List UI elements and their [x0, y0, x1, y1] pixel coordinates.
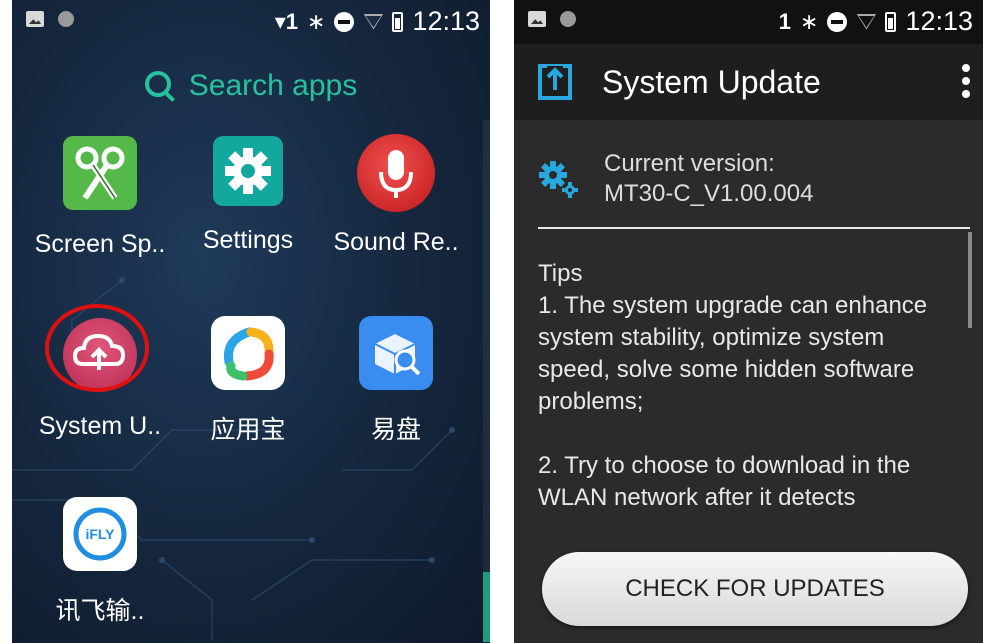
current-version-block: Current version: MT30-C_V1.00.004: [538, 150, 968, 210]
battery-icon: [392, 11, 404, 32]
app-settings[interactable]: Settings: [173, 136, 323, 255]
app-screen-splitter[interactable]: Screen Sp..: [25, 136, 175, 259]
wifi-icon: [363, 14, 383, 30]
microphone-icon: [357, 134, 435, 212]
app-label: System U..: [38, 412, 162, 440]
gallery-notification-icon: [26, 11, 44, 27]
wifi-icon: [856, 14, 876, 30]
app-ifly-input[interactable]: iFLY 讯飞输..: [25, 497, 175, 627]
app-sound-recorder[interactable]: Sound Re..: [321, 134, 471, 257]
notification-dot-icon: [560, 11, 576, 27]
divider: [538, 227, 970, 229]
scrollbar-thumb[interactable]: [483, 572, 490, 642]
scissors-icon: [63, 136, 137, 210]
overflow-menu-icon[interactable]: [961, 64, 971, 102]
search-apps-bar[interactable]: Search apps: [12, 62, 490, 110]
bluetooth-icon: ∗: [799, 8, 819, 34]
app-label: Sound Re..: [333, 228, 459, 256]
yipan-box-icon: [359, 316, 433, 390]
status-bar: ▾1 ∗ 12:13: [12, 0, 490, 44]
tip-item: 2. Try to choose to download in the WLAN…: [538, 452, 911, 511]
app-yingyongbao[interactable]: 应用宝: [173, 316, 323, 446]
app-label: 应用宝: [210, 416, 286, 444]
cloud-upload-icon: [45, 304, 149, 392]
gear-icon: [539, 161, 578, 198]
battery-icon: [885, 11, 897, 32]
scrollbar-thumb[interactable]: [968, 232, 972, 328]
app-yipan[interactable]: 易盘: [321, 316, 471, 446]
page-title: System Update: [602, 64, 821, 100]
search-icon: [144, 71, 175, 101]
current-version-label: Current version:: [604, 150, 775, 177]
status-time: 12:13: [905, 6, 973, 36]
search-apps-label: Search apps: [188, 69, 358, 102]
app-label: 易盘: [370, 416, 421, 444]
do-not-disturb-icon: [827, 11, 848, 32]
bluetooth-icon: ∗: [306, 8, 326, 34]
app-label: 讯飞输..: [55, 597, 145, 625]
current-version-value: MT30-C_V1.00.004: [604, 180, 814, 207]
status-bar: 1 ∗ 12:13: [514, 0, 983, 44]
network-indicator: ▾1: [274, 8, 298, 34]
tips-text: Tips 1. The system upgrade can enhance s…: [538, 258, 958, 514]
app-bar: System Update: [514, 44, 983, 120]
check-for-updates-button[interactable]: CHECK FOR UPDATES: [542, 552, 968, 626]
ifly-logo-text: iFLY: [85, 526, 115, 542]
app-system-update[interactable]: System U..: [25, 304, 175, 441]
app-drawer-screen: ▾1 ∗ 12:13 Search apps Screen Sp.. Setti…: [12, 0, 490, 643]
app-label: Settings: [202, 226, 294, 254]
scrollbar-track[interactable]: [483, 120, 490, 640]
status-time: 12:13: [412, 6, 480, 36]
app-label: Screen Sp..: [34, 230, 166, 258]
settings-gear-icon: [213, 136, 283, 206]
network-indicator: 1: [778, 8, 791, 34]
system-update-logo-icon: [538, 64, 572, 100]
gallery-notification-icon: [528, 11, 546, 27]
yingyongbao-icon: [211, 316, 285, 390]
ifly-icon: iFLY: [63, 497, 137, 571]
notification-dot-icon: [58, 11, 74, 27]
system-update-screen: 1 ∗ 12:13 System Update Current version:…: [514, 0, 983, 643]
tip-item: 1. The system upgrade can enhance system…: [538, 292, 928, 415]
highlight-ring: [45, 304, 149, 392]
do-not-disturb-icon: [334, 11, 355, 32]
tips-heading: Tips: [538, 260, 583, 287]
